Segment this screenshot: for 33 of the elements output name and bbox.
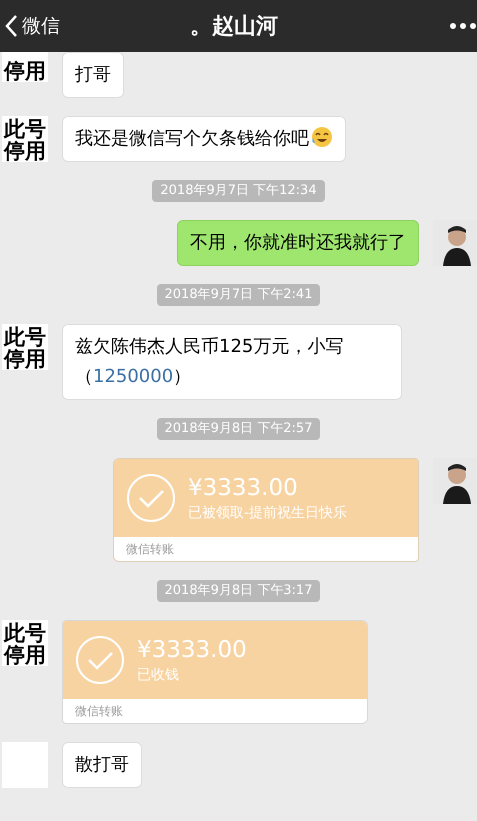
avatar[interactable]: 停用 [2, 52, 48, 82]
message-text: 兹欠陈伟杰人民币125万元，小写（1250000） [75, 335, 344, 389]
back-button[interactable]: 微信 [0, 12, 60, 40]
transfer-note: 已被领取-提前祝生日快乐 [188, 504, 348, 523]
message-text: 散打哥 [75, 753, 129, 777]
transfer-amount: ¥3333.00 [137, 636, 247, 665]
timestamp: 2018年9月8日 下午3:17 [156, 580, 320, 602]
message-text: 我还是微信写个欠条钱给你吧 [75, 124, 333, 154]
avatar-text: 停用 [4, 348, 46, 370]
avatar[interactable]: 此号 停用 [2, 116, 48, 162]
avatar-text: 此号 [4, 622, 46, 644]
avatar-text: 停用 [4, 60, 46, 82]
avatar-text: 此号 [4, 326, 46, 348]
avatar[interactable]: 此号 停用 [2, 620, 48, 666]
transfer-note: 已收钱 [137, 666, 180, 685]
avatar[interactable]: 此号 停用 [2, 324, 48, 370]
transfer-label: 微信转账 [126, 541, 174, 558]
back-icon [4, 14, 18, 38]
more-icon[interactable] [449, 22, 477, 30]
avatar-text: 停用 [4, 644, 46, 666]
transfer-label: 微信转账 [75, 703, 123, 720]
message-text: 不用，你就准时还我就行了 [190, 231, 406, 255]
timestamp: 2018年9月7日 下午12:34 [152, 180, 325, 202]
message-text: 打哥 [75, 63, 111, 87]
timestamp: 2018年9月8日 下午2:57 [156, 418, 320, 440]
timestamp: 2018年9月7日 下午2:41 [156, 284, 320, 306]
check-circle-icon [75, 635, 125, 685]
number-link[interactable]: 1250000 [93, 366, 174, 387]
check-circle-icon [126, 473, 176, 523]
avatar-text: 此号 [4, 118, 46, 140]
chat-title: 。赵山河 [190, 12, 278, 40]
avatar-text: 停用 [4, 140, 46, 162]
transfer-amount: ¥3333.00 [188, 474, 299, 503]
